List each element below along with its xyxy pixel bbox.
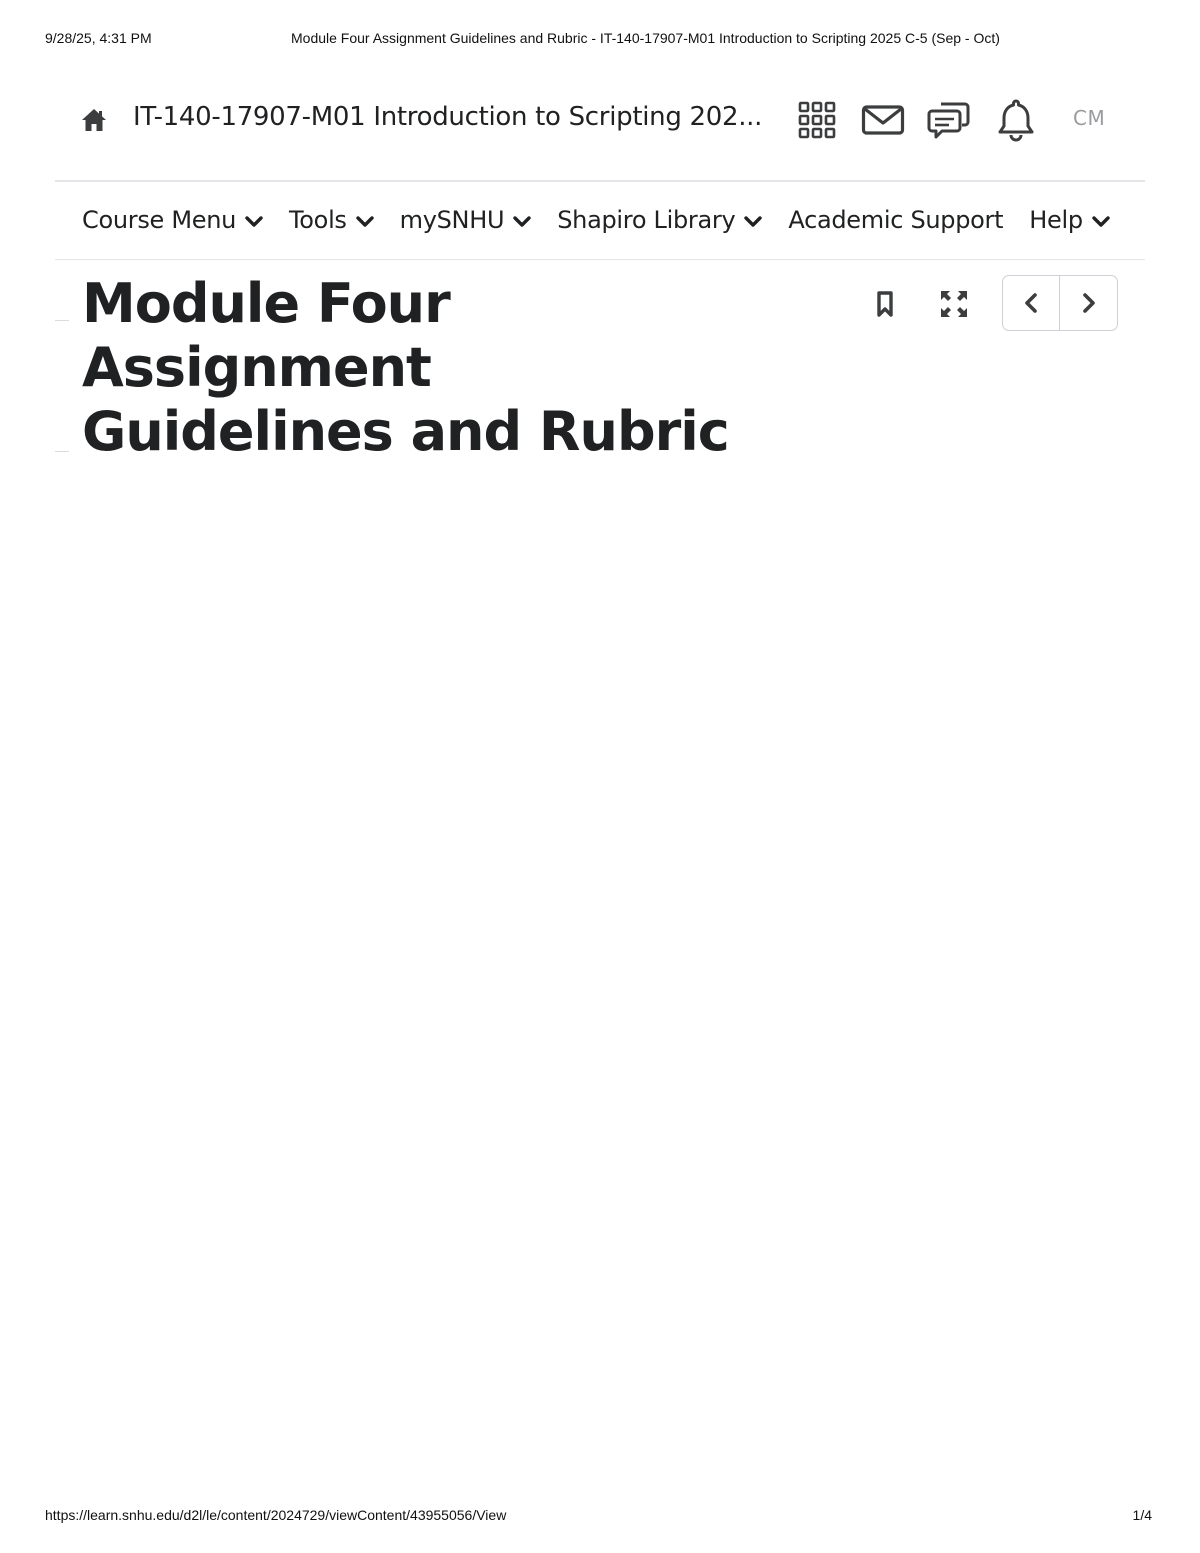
chevron-down-icon — [1092, 216, 1110, 227]
nav-mysnhu[interactable]: mySNHU — [400, 206, 532, 234]
chevron-down-icon — [245, 216, 263, 227]
print-header: 9/28/25, 4:31 PM Module Four Assignment … — [45, 30, 1155, 48]
course-title-link[interactable]: IT-140-17907-M01 Introduction to Scripti… — [133, 102, 762, 132]
chevron-right-icon — [1082, 293, 1095, 313]
margin-tick — [55, 320, 69, 321]
chevron-down-icon — [513, 216, 531, 227]
mail-icon[interactable] — [861, 98, 905, 142]
topic-pager — [1002, 275, 1118, 331]
chevron-left-icon — [1025, 293, 1037, 313]
nav-help-label: Help — [1029, 206, 1083, 234]
page-title: Module Four Assignment Guidelines and Ru… — [82, 272, 782, 464]
nav-course-menu-label: Course Menu — [82, 206, 237, 234]
nav-shapiro-library[interactable]: Shapiro Library — [557, 206, 763, 234]
chevron-down-icon — [355, 216, 374, 227]
user-avatar[interactable]: CM — [1073, 106, 1105, 130]
print-page-number: 1/4 — [1132, 1507, 1152, 1523]
home-icon[interactable] — [80, 106, 108, 134]
nav-tools[interactable]: Tools — [289, 206, 374, 234]
nav-academic-support[interactable]: Academic Support — [788, 206, 1003, 234]
nav-shapiro-library-label: Shapiro Library — [557, 206, 736, 234]
next-topic-button[interactable] — [1060, 276, 1117, 330]
bell-icon[interactable] — [994, 98, 1038, 142]
print-footer: https://learn.snhu.edu/d2l/le/content/20… — [45, 1507, 1152, 1525]
nav-course-menu[interactable]: Course Menu — [82, 206, 263, 234]
print-document-title: Module Four Assignment Guidelines and Ru… — [291, 30, 1000, 46]
nav-tools-label: Tools — [289, 206, 347, 234]
chevron-down-icon — [744, 216, 763, 227]
app-grid-icon[interactable] — [795, 98, 839, 142]
chat-icon[interactable] — [927, 98, 971, 142]
navbar-divider — [55, 259, 1145, 260]
nav-help[interactable]: Help — [1029, 206, 1110, 234]
nav-mysnhu-label: mySNHU — [399, 206, 505, 234]
page-title-line-1: Module Four Assignment — [82, 272, 451, 399]
bookmark-icon[interactable] — [869, 288, 901, 320]
fullscreen-icon[interactable] — [938, 288, 970, 320]
topbar-divider — [55, 180, 1145, 182]
margin-tick — [55, 451, 69, 452]
course-topbar: IT-140-17907-M01 Introduction to Scripti… — [55, 92, 1145, 150]
page-title-line-2: Guidelines and Rubric — [82, 400, 730, 463]
print-url: https://learn.snhu.edu/d2l/le/content/20… — [45, 1507, 507, 1523]
print-datetime: 9/28/25, 4:31 PM — [45, 30, 152, 46]
previous-topic-button[interactable] — [1003, 276, 1061, 330]
nav-academic-support-label: Academic Support — [788, 206, 1004, 234]
course-navbar: Course Menu Tools mySNHU Shapiro Library… — [82, 198, 1136, 242]
